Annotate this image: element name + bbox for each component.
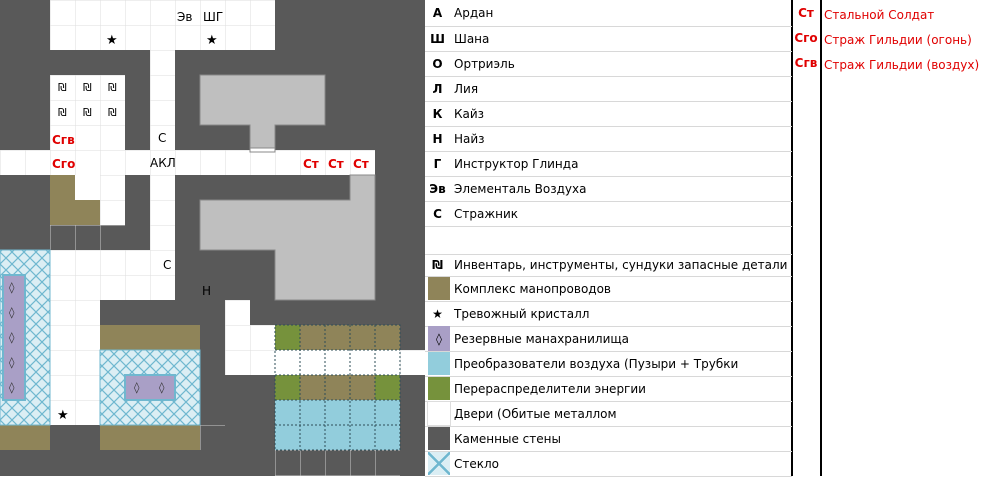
label-guild-guard-fire[interactable]: Сго <box>52 157 75 171</box>
diamond-icon: ◊ <box>9 356 15 369</box>
dungeon-map: Эв ШГ ★ ★ ₪ ₪ ₪ ₪ ₪ ₪ С Сгв Сго АКЛ Ст С… <box>0 0 425 476</box>
alarm-crystal-icon[interactable]: ★ <box>106 34 118 47</box>
legend-key: Л <box>432 81 443 96</box>
legend-text: Каменные стены <box>454 431 561 446</box>
legend-row: Г Инструктор Глинда <box>425 151 792 177</box>
legend-text: Двери (Обитые металлом <box>454 406 617 421</box>
legend-key <box>425 226 450 254</box>
legend-key: Г <box>433 156 442 171</box>
diamond-icon: ◊ <box>9 331 15 344</box>
legend-text: Стекло <box>454 456 500 471</box>
legend-key: К <box>432 106 443 121</box>
legend-row: Ш Шана <box>425 26 792 52</box>
legend-row: ◊ Резервные манахранилища <box>425 326 792 352</box>
legend-key <box>425 426 450 451</box>
diamond-icon: ◊ <box>9 381 15 394</box>
legend-key <box>425 376 450 401</box>
legend-row: ★ Тревожный кристалл <box>425 301 792 327</box>
enemy-key: Сго <box>794 31 818 45</box>
legend-row: ₪ Инвентарь, инструменты, сундуки запасны… <box>425 254 792 277</box>
inventory-icon[interactable]: ₪ <box>58 82 67 93</box>
enemy-key: Сгв <box>794 56 818 70</box>
legend-text: Инвентарь, инструменты, сундуки запасные… <box>454 258 788 272</box>
diamond-icon: ◊ <box>9 281 15 294</box>
legend-text: Кайз <box>454 106 485 121</box>
enemy-key: Ст <box>798 6 814 20</box>
legend-key: ◊ <box>428 326 450 351</box>
legend-key <box>425 401 450 426</box>
label-ardan-kaiz-liya[interactable]: АКЛ <box>150 156 176 170</box>
inventory-icon[interactable]: ₪ <box>108 107 117 118</box>
legend-row: Преобразователи воздуха (Пузыри + Трубки <box>425 351 792 377</box>
machinery-block <box>274 324 401 451</box>
legend-row: Комплекс манопроводов <box>425 276 792 302</box>
enemy-name: Страж Гильдии (огонь) <box>824 33 972 47</box>
inventory-icon[interactable]: ₪ <box>83 107 92 118</box>
map-canvas <box>0 0 425 476</box>
diamond-icon: ◊ <box>9 306 15 319</box>
inventory-icon[interactable]: ₪ <box>108 82 117 93</box>
inventory-icon[interactable]: ₪ <box>58 107 67 118</box>
label-naiz[interactable]: Н <box>202 284 211 298</box>
legend-text: Инструктор Глинда <box>454 156 579 171</box>
legend-row: Двери (Обитые металлом <box>425 401 792 427</box>
legend-text: Тревожный кристалл <box>454 306 590 321</box>
legend-panel: А Ардан Ш Шана О Ортриэль Л Лия К Кайз Н Найз Г Инстр… <box>425 0 1006 477</box>
legend-row: Стекло <box>425 451 792 477</box>
legend-row: Н Найз <box>425 126 792 152</box>
legend-row: Перераспределители энергии <box>425 376 792 402</box>
legend-row: А Ардан <box>425 0 792 27</box>
legend-row: Л Лия <box>425 76 792 102</box>
legend-row <box>425 226 792 255</box>
legend-key <box>425 351 450 376</box>
label-shana-glinda[interactable]: ШГ <box>203 10 223 24</box>
legend-row: С Стражник <box>425 201 792 227</box>
label-air-elemental[interactable]: Эв <box>177 10 192 24</box>
legend-text: Ардан <box>454 6 494 20</box>
legend-row: Эв Элементаль Воздуха <box>425 176 792 202</box>
legend-key: ★ <box>432 306 443 321</box>
legend-text: Лия <box>454 81 479 96</box>
legend-text: Элементаль Воздуха <box>454 181 587 196</box>
label-steel-soldier[interactable]: Ст <box>328 157 344 171</box>
legend-text: Стражник <box>454 206 519 221</box>
legend-text: Ортриэль <box>454 56 515 71</box>
legend-text: Шана <box>454 31 490 46</box>
diamond-icon: ◊ <box>159 381 165 394</box>
label-guard[interactable]: С <box>163 258 171 272</box>
legend-row: О Ортриэль <box>425 51 792 77</box>
legend-key: А <box>432 6 443 20</box>
legend-key <box>425 451 450 476</box>
label-guard[interactable]: С <box>158 131 166 145</box>
legend-key: Эв <box>429 181 446 196</box>
diamond-icon: ◊ <box>134 381 140 394</box>
label-steel-soldier[interactable]: Ст <box>303 157 319 171</box>
legend-text: Преобразователи воздуха (Пузыри + Трубки <box>454 356 739 371</box>
legend-row: К Кайз <box>425 101 792 127</box>
legend-key <box>425 276 450 301</box>
legend-row: Каменные стены <box>425 426 792 452</box>
legend-text: Перераспределители энергии <box>454 381 646 396</box>
legend-key: О <box>432 56 443 71</box>
alarm-crystal-icon[interactable]: ★ <box>206 34 218 47</box>
legend-key: Н <box>432 131 443 146</box>
label-steel-soldier[interactable]: Ст <box>353 157 369 171</box>
label-guild-guard-air[interactable]: Сгв <box>52 133 75 147</box>
legend-key: С <box>433 206 442 221</box>
legend-key: Ш <box>430 31 445 46</box>
legend-key: ₪ <box>432 258 443 272</box>
alarm-crystal-icon[interactable]: ★ <box>57 409 69 422</box>
legend-text: Найз <box>454 131 485 146</box>
legend-text: Резервные манахранилища <box>454 331 630 346</box>
enemy-name: Стальной Солдат <box>824 8 935 22</box>
enemy-name: Страж Гильдии (воздух) <box>824 58 980 72</box>
legend-text: Комплекс манопроводов <box>454 281 611 296</box>
inventory-icon[interactable]: ₪ <box>83 82 92 93</box>
